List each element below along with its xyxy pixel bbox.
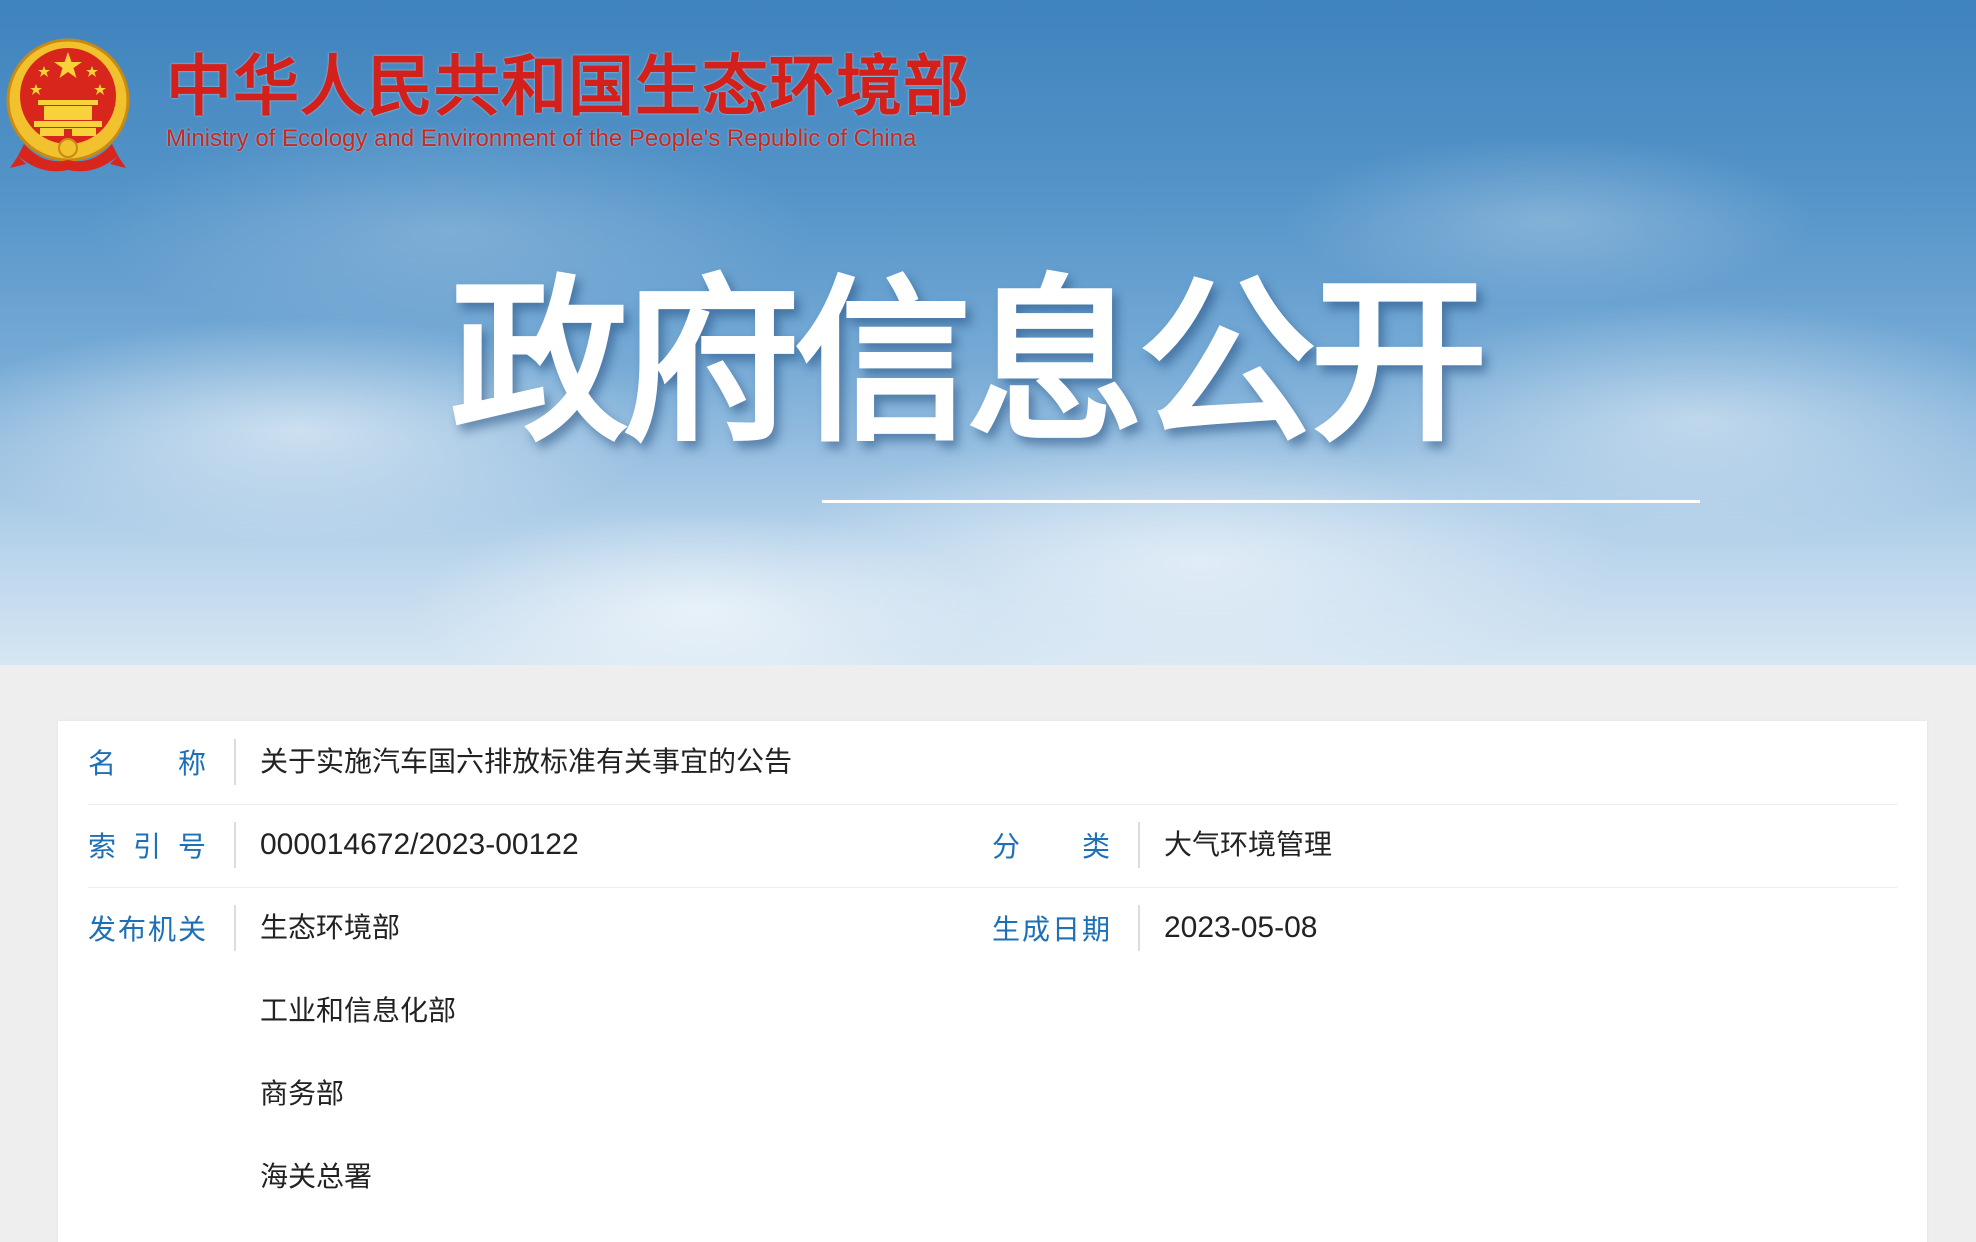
issuer-item: 工业和信息化部 [260, 994, 457, 1027]
issuer-item: 商务部 [260, 1077, 345, 1110]
label-category: 分 类 [992, 822, 1110, 868]
label-char: 关 [177, 913, 206, 946]
national-emblem-icon [6, 38, 130, 172]
label-char: 发 [88, 913, 117, 946]
field-separator [234, 739, 236, 785]
value-date: 2023-05-08 [1164, 911, 1318, 944]
field-date: 生 成 日 期 2023-05-08 [992, 887, 1897, 970]
label-char: 称 [177, 747, 206, 780]
field-issuer: 发 布 机 关 [88, 887, 988, 1242]
label-char: 索 [88, 830, 117, 863]
banner-title-underline [822, 500, 1700, 503]
field-separator [1138, 905, 1140, 951]
label-char: 生 [992, 913, 1021, 946]
label-issuer: 发 布 机 关 [88, 905, 206, 951]
ministry-name-cn: 中华人民共和国生态环境部 [166, 48, 970, 125]
label-index-no: 索 引 号 [88, 822, 206, 868]
value-category: 大气环境管理 [1164, 828, 1333, 861]
field-name: 名 称 关于实施汽车国六排放标准有关事宜的公告 [88, 721, 1897, 804]
issuer-item: 生态环境部 [260, 911, 401, 944]
info-row-name: 名 称 关于实施汽车国六排放标准有关事宜的公告 [88, 721, 1897, 805]
label-char: 号 [177, 830, 206, 863]
label-char: 分 [992, 830, 1021, 863]
info-card: 名 称 关于实施汽车国六排放标准有关事宜的公告 索 引 号 000014672/… [58, 721, 1927, 1242]
label-date: 生 成 日 期 [992, 905, 1110, 951]
info-row-index: 索 引 号 000014672/2023-00122 分 类 大气环境管理 [88, 804, 1897, 888]
value-name: 关于实施汽车国六排放标准有关事宜的公告 [260, 745, 793, 778]
page: 中华人民共和国生态环境部 Ministry of Ecology and Env… [0, 0, 1976, 1242]
label-name: 名 称 [88, 739, 206, 785]
label-char: 布 [117, 913, 146, 946]
label-char: 名 [88, 747, 117, 780]
label-char: 成 [1021, 913, 1050, 946]
field-separator [234, 822, 236, 868]
banner-title: 政府信息公开 [450, 259, 1488, 466]
field-separator [1138, 822, 1140, 868]
label-char: 期 [1081, 913, 1110, 946]
field-index-no: 索 引 号 000014672/2023-00122 [88, 804, 988, 887]
issuer-item: 海关总署 [260, 1160, 373, 1193]
label-char: 日 [1051, 913, 1080, 946]
label-char: 机 [147, 913, 176, 946]
field-category: 分 类 大气环境管理 [992, 804, 1897, 887]
label-char: 引 [132, 830, 161, 863]
value-index-no: 000014672/2023-00122 [260, 828, 579, 861]
ministry-name-en: Ministry of Ecology and Environment of t… [166, 125, 917, 152]
field-separator [234, 905, 236, 951]
label-char: 类 [1081, 830, 1110, 863]
header-banner: 中华人民共和国生态环境部 Ministry of Ecology and Env… [0, 0, 1976, 665]
